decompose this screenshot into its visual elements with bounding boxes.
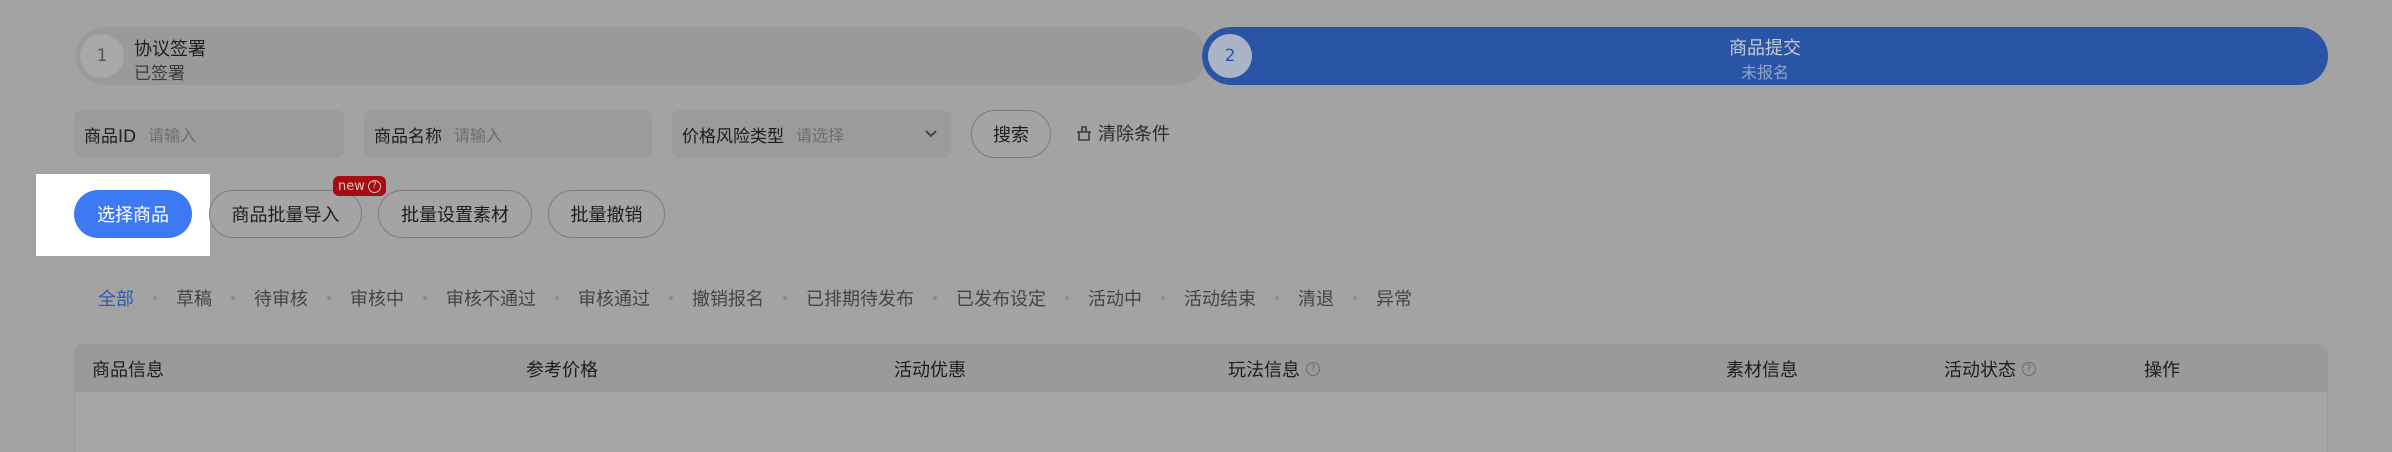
help-icon: ? xyxy=(2022,362,2036,376)
new-badge-label: new xyxy=(338,178,365,194)
col-gameplay-info: 玩法信息? xyxy=(1228,356,1320,382)
step-status: 未报名 xyxy=(1740,63,1789,82)
help-icon: ? xyxy=(1306,362,1320,376)
status-tabs: 全部 草稿 待审核 审核中 审核不通过 审核通过 撤销报名 已排期待发布 已发布设定 活动中 活动结… xyxy=(98,282,1412,314)
tab-separator xyxy=(1161,296,1165,300)
tab-separator xyxy=(1353,296,1357,300)
status-tab[interactable]: 异常 xyxy=(1376,285,1412,311)
table-header: 商品信息 参考价格 活动优惠 玩法信息? 素材信息 活动状态? 操作 xyxy=(74,344,2328,392)
tab-separator xyxy=(933,296,937,300)
tab-separator xyxy=(231,296,235,300)
batch-material-button[interactable]: 批量设置素材 xyxy=(378,190,532,238)
search-button[interactable]: 搜索 xyxy=(971,110,1051,158)
status-tab[interactable]: 审核通过 xyxy=(578,285,650,311)
tab-separator xyxy=(669,296,673,300)
status-tab[interactable]: 已发布设定 xyxy=(956,285,1046,311)
tab-separator xyxy=(423,296,427,300)
table-body xyxy=(74,392,2328,452)
product-id-input[interactable]: 商品ID 请输入 xyxy=(74,110,344,158)
product-id-label: 商品ID xyxy=(84,126,137,147)
status-tab[interactable]: 已排期待发布 xyxy=(806,285,914,311)
product-name-placeholder: 请输入 xyxy=(454,126,503,145)
tab-separator xyxy=(153,296,157,300)
col-product-info: 商品信息 xyxy=(92,360,164,381)
clear-filters-label: 清除条件 xyxy=(1098,124,1170,145)
product-name-input[interactable]: 商品名称 请输入 xyxy=(364,110,652,158)
tab-separator xyxy=(783,296,787,300)
price-risk-placeholder: 请选择 xyxy=(796,126,845,145)
step-number: 1 xyxy=(80,34,124,78)
col-reference-price: 参考价格 xyxy=(526,360,598,381)
status-tab[interactable]: 活动结束 xyxy=(1184,285,1256,311)
status-tab[interactable]: 审核中 xyxy=(350,285,404,311)
new-badge: new ? xyxy=(333,176,386,196)
status-tab[interactable]: 清退 xyxy=(1298,285,1334,311)
price-risk-select[interactable]: 价格风险类型 请选择 xyxy=(672,110,951,158)
step-agreement: 1 协议签署 已签署 xyxy=(76,27,1206,85)
product-name-label: 商品名称 xyxy=(374,126,442,147)
status-tab[interactable]: 草稿 xyxy=(176,285,212,311)
step-title: 商品提交 xyxy=(1729,38,1801,59)
col-operation: 操作 xyxy=(2144,360,2180,381)
step-title: 协议签署 xyxy=(134,39,206,60)
col-activity-status: 活动状态? xyxy=(1944,356,2036,382)
status-tab[interactable]: 审核不通过 xyxy=(446,285,536,311)
help-icon: ? xyxy=(367,179,381,193)
status-tab[interactable]: 活动中 xyxy=(1088,285,1142,311)
batch-import-button[interactable]: 商品批量导入 xyxy=(209,190,362,238)
status-tab[interactable]: 撤销报名 xyxy=(692,285,764,311)
batch-revoke-button[interactable]: 批量撤销 xyxy=(548,190,665,238)
clear-filters-button[interactable]: 清除条件 xyxy=(1074,118,1170,148)
tab-separator xyxy=(555,296,559,300)
step-status: 已签署 xyxy=(134,64,185,84)
col-material-info: 素材信息 xyxy=(1726,360,1798,381)
select-product-button[interactable]: 选择商品 xyxy=(74,190,192,238)
tab-separator xyxy=(327,296,331,300)
status-tab[interactable]: 全部 xyxy=(98,285,134,311)
col-activity-discount: 活动优惠 xyxy=(894,360,966,381)
step-product-submit: 2 商品提交 未报名 xyxy=(1202,27,2328,85)
status-tab[interactable]: 待审核 xyxy=(254,285,308,311)
product-id-placeholder: 请输入 xyxy=(148,126,197,145)
eraser-icon xyxy=(1077,126,1091,141)
chevron-down-icon xyxy=(925,130,937,138)
tab-separator xyxy=(1065,296,1069,300)
price-risk-label: 价格风险类型 xyxy=(682,126,784,147)
tab-separator xyxy=(1275,296,1279,300)
